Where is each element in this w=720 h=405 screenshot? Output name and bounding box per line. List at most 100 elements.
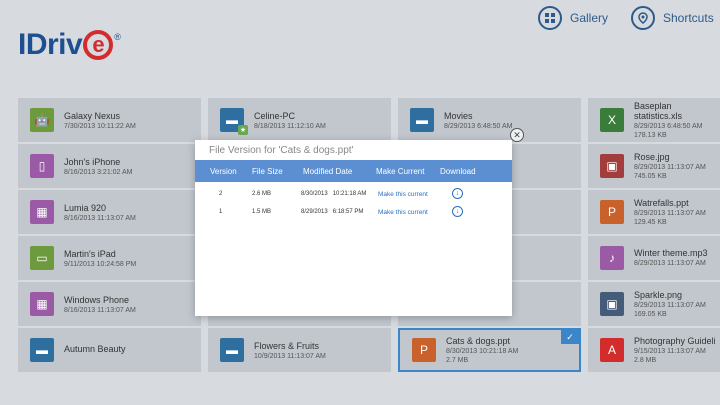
grid-tile[interactable]: P Watrefalls.ppt 8/29/2013 11:13:07 AM 129.… (588, 190, 720, 234)
tile-meta: Lumia 920 8/16/2013 11:13:07 AM (64, 203, 136, 222)
shortcuts-label: Shortcuts (663, 11, 714, 25)
logo-registered: ® (114, 32, 121, 42)
tile-name: Martin's iPad (64, 248, 116, 259)
tile-meta: Galaxy Nexus 7/30/2013 10:11:22 AM (64, 111, 136, 130)
phone-grid-icon: ▦ (30, 292, 54, 316)
col-make-current: Make Current (376, 166, 425, 176)
tile-date: 7/30/2013 10:11:22 AM (64, 122, 136, 130)
tile-date: 8/29/2013 11:13:07 AM (634, 210, 706, 217)
grid-tile[interactable]: ▬ Autumn Beauty (18, 328, 201, 372)
col-download: Download (440, 166, 476, 176)
tile-meta: Windows Phone 8/16/2013 11:13:07 AM (64, 295, 136, 314)
tile-date: 8/30/2013 10:21:18 AM (446, 348, 519, 355)
tile-name: Winter theme.mp3 (634, 247, 708, 258)
tile-size: 2.8 MB (634, 357, 657, 364)
grid-tile[interactable]: A Photography Guideli 9/15/2013 11:13:07 A… (588, 328, 720, 372)
row-date: 8/30/2013 10:21:18 AM (301, 191, 367, 197)
tile-meta: Martin's iPad 9/11/2013 10:24:58 PM (64, 249, 136, 268)
gallery-icon (538, 6, 562, 30)
tile-name: Movies (444, 110, 473, 121)
gallery-button[interactable]: Gallery (538, 6, 608, 30)
tile-date: 8/29/2013 11:13:07 AM (634, 259, 706, 267)
ppt-icon: P (600, 200, 624, 224)
shortcuts-icon (631, 6, 655, 30)
row-version: 2 (219, 191, 223, 197)
idrive-logo: IDriv e ® (18, 28, 121, 62)
row-size: 1.5 MB (252, 209, 272, 215)
music-icon: ♪ (600, 246, 624, 270)
grid-tile[interactable]: ▭ Martin's iPad 9/11/2013 10:24:58 PM (18, 236, 201, 280)
tile-date: 8/29/2013 11:13:07 AM (634, 302, 706, 309)
make-current-link[interactable]: Make this current (378, 209, 428, 216)
grid-tile[interactable]: 🤖 Galaxy Nexus 7/30/2013 10:11:22 AM (18, 98, 201, 142)
phone-icon: ▯ (30, 154, 54, 178)
grid-tile[interactable]: ▦ Windows Phone 8/16/2013 11:13:07 AM (18, 282, 201, 326)
tile-name: Lumia 920 (64, 202, 107, 213)
shortcuts-button[interactable]: Shortcuts (631, 6, 714, 30)
tile-meta: Celine-PC 8/18/2013 11:12:10 AM (254, 111, 326, 130)
tablet-icon: ▭ (30, 246, 54, 270)
tile-size: 178.13 KB (634, 132, 667, 139)
grid-tile[interactable]: X Baseplan statistics.xls 8/29/2013 6:48:5… (588, 98, 720, 142)
grid-tile[interactable]: ▬ Movies 8/29/2013 6:48:50 AM (398, 98, 581, 142)
grid-tile[interactable]: ▦ Lumia 920 8/16/2013 11:13:07 AM (18, 190, 201, 234)
tile-meta: John's iPhone 8/16/2013 3:21:02 AM (64, 157, 133, 176)
ppt-icon: P (412, 338, 436, 362)
tile-meta: Photography Guideli 9/15/2013 11:13:07 AM… (634, 336, 716, 364)
tile-date: 8/29/2013 6:48:50 AM (634, 123, 703, 130)
grid-tile[interactable]: ▯ John's iPhone 8/16/2013 3:21:02 AM (18, 144, 201, 188)
grid-tile[interactable]: P Cats & dogs.ppt 8/30/2013 10:21:18 AM 2.7… (398, 328, 581, 372)
folder-icon: ▬ (220, 338, 244, 362)
gallery-label: Gallery (570, 11, 609, 25)
make-current-link[interactable]: Make this current (378, 191, 428, 198)
tile-meta: Cats & dogs.ppt 8/30/2013 10:21:18 AM 2.7 … (446, 336, 518, 364)
grid-tile[interactable]: ▬ ★ Celine-PC 8/18/2013 11:12:10 AM (208, 98, 391, 142)
col-version: Version (210, 166, 237, 176)
close-dialog-button[interactable]: ✕ (510, 128, 524, 142)
version-row: 1 1.5 MB 8/29/2013 6:18:57 PM Make this … (195, 205, 512, 221)
logo-e-mark: e (83, 30, 114, 60)
tile-meta: Rose.jpg 8/29/2013 11:13:07 AM 745.05 KB (634, 152, 706, 180)
tile-name: Photography Guideli (634, 336, 716, 346)
folder-icon: ▬ ★ (220, 108, 248, 135)
tile-name: Sparkle.png (634, 290, 683, 300)
pdf-icon: A (600, 338, 624, 362)
tile-size: 2.7 MB (446, 357, 469, 364)
tile-size: 169.05 KB (634, 311, 667, 318)
tile-date: 8/29/2013 11:13:07 AM (634, 164, 706, 171)
tile-date: 9/15/2013 11:13:07 AM (634, 348, 706, 355)
favorite-star-icon: ★ (238, 125, 248, 135)
tile-date: 8/16/2013 11:13:07 AM (64, 214, 136, 222)
tile-name: Galaxy Nexus (64, 110, 121, 121)
grid-tile[interactable]: ▣ Sparkle.png 8/29/2013 11:13:07 AM 169.05 … (588, 282, 720, 326)
tile-size: 129.45 KB (634, 219, 667, 226)
row-size: 2.6 MB (252, 191, 272, 197)
tile-size: 745.05 KB (634, 173, 667, 180)
tile-meta: Watrefalls.ppt 8/29/2013 11:13:07 AM 129.4… (634, 198, 706, 226)
dialog-title: File Version for 'Cats & dogs.ppt' (209, 145, 354, 156)
tile-name: John's iPhone (64, 156, 121, 167)
image-icon: ▣ (600, 154, 624, 178)
row-version: 1 (219, 209, 223, 215)
tile-meta: Sparkle.png 8/29/2013 11:13:07 AM 169.05 K… (634, 290, 706, 318)
download-icon: ↓ (452, 206, 463, 217)
tile-name: Baseplan statistics.xls (634, 101, 683, 121)
tile-date: 9/11/2013 10:24:58 PM (64, 260, 137, 268)
excel-icon: X (600, 108, 624, 132)
logo-text: IDriv (18, 28, 83, 61)
grid-tile[interactable]: ♪ Winter theme.mp3 8/29/2013 11:13:07 AM (588, 236, 720, 280)
tile-meta: Autumn Beauty (64, 344, 126, 356)
tile-meta: Flowers & Fruits 10/9/2013 11:13:07 AM (254, 341, 326, 360)
grid-tile[interactable]: ▬ Flowers & Fruits 10/9/2013 11:13:07 AM (208, 328, 391, 372)
tile-date: 8/16/2013 3:21:02 AM (64, 168, 133, 176)
tile-name: Autumn Beauty (64, 344, 126, 354)
version-table-header: Version File Size Modified Date Make Cur… (195, 160, 512, 182)
tile-name: Cats & dogs.ppt (446, 336, 511, 346)
grid-tile[interactable]: ▣ Rose.jpg 8/29/2013 11:13:07 AM 745.05 KB (588, 144, 720, 188)
tile-meta: Movies 8/29/2013 6:48:50 AM (444, 111, 513, 130)
col-modified-date: Modified Date (303, 166, 353, 176)
tile-meta: Baseplan statistics.xls 8/29/2013 6:48:50… (634, 101, 720, 139)
tile-name: Windows Phone (64, 294, 130, 305)
download-icon: ↓ (452, 188, 463, 199)
file-version-dialog: File Version for 'Cats & dogs.ppt' Versi… (195, 140, 512, 316)
